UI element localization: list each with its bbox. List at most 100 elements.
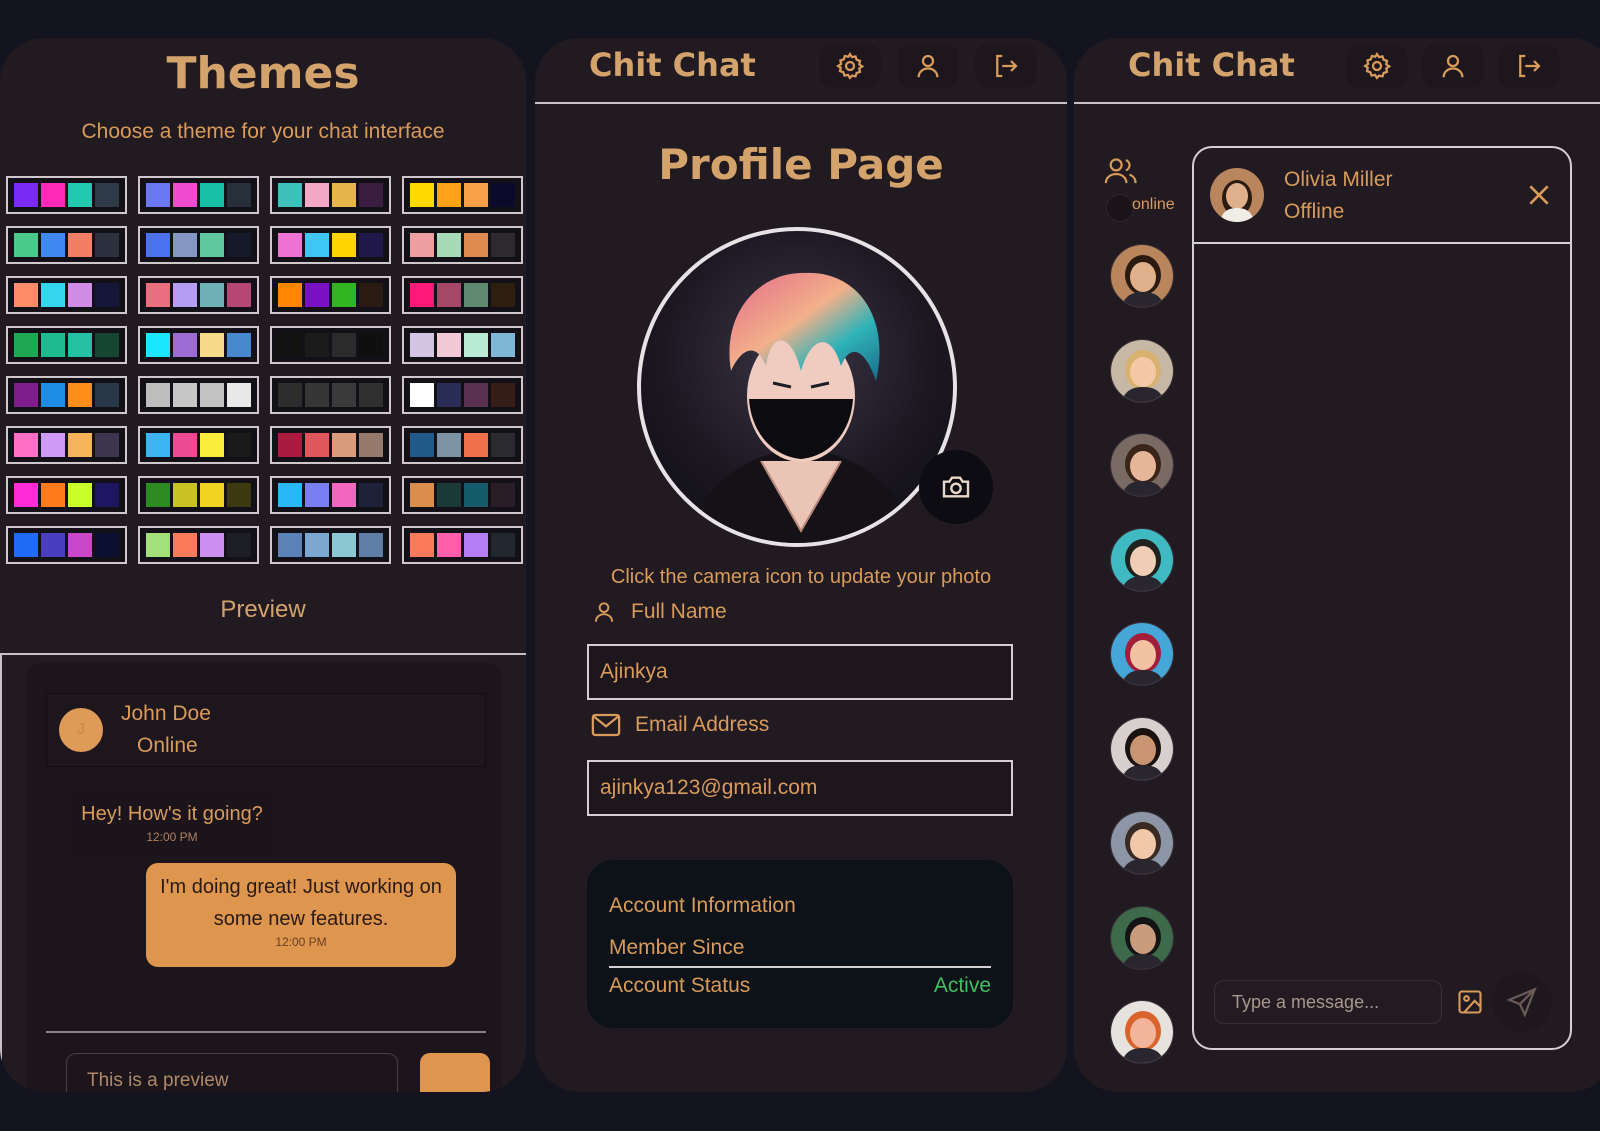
contact-avatar[interactable]: [1110, 716, 1174, 781]
theme-swatch[interactable]: [270, 326, 391, 364]
profile-button[interactable]: [897, 44, 959, 88]
email-input[interactable]: ajinkya123@gmail.com: [587, 760, 1013, 816]
theme-swatch[interactable]: [270, 476, 391, 514]
theme-swatch[interactable]: [402, 376, 523, 414]
profile-button[interactable]: [1422, 44, 1484, 88]
theme-swatch[interactable]: [138, 176, 259, 214]
theme-swatch[interactable]: [6, 476, 127, 514]
preview-message-input: This is a preview: [66, 1053, 398, 1092]
send-button[interactable]: [1492, 972, 1552, 1032]
theme-swatch[interactable]: [402, 176, 523, 214]
preview-input-divider: [46, 1031, 486, 1033]
message-input[interactable]: Type a message...: [1214, 980, 1442, 1024]
theme-color-chip: [68, 183, 92, 207]
theme-swatch[interactable]: [6, 276, 127, 314]
theme-color-chip: [41, 333, 65, 357]
theme-color-chip: [491, 533, 515, 557]
chat-window-header: Olivia Miller Offline: [1194, 148, 1570, 244]
theme-color-chip: [173, 333, 197, 357]
contact-avatar[interactable]: [1110, 622, 1174, 686]
theme-color-chip: [359, 433, 383, 457]
theme-color-chip: [95, 183, 119, 207]
contact-avatar[interactable]: [1110, 1000, 1174, 1064]
preview-label: Preview: [220, 596, 306, 623]
logout-icon: [996, 54, 1018, 78]
account-info-card: Account Information Member Since Account…: [587, 860, 1013, 1028]
theme-swatch[interactable]: [270, 376, 391, 414]
theme-color-chip: [410, 183, 434, 207]
theme-color-chip: [146, 383, 170, 407]
theme-swatch[interactable]: [270, 426, 391, 464]
theme-swatch[interactable]: [402, 426, 523, 464]
theme-color-chip: [173, 533, 197, 557]
profile-app-header: Chit Chat: [535, 38, 1067, 104]
themes-panel: Themes Choose a theme for your chat inte…: [0, 38, 526, 1092]
settings-button[interactable]: [1346, 44, 1408, 88]
full-name-input[interactable]: Ajinkya: [587, 644, 1013, 700]
theme-swatch[interactable]: [138, 426, 259, 464]
contact-avatar[interactable]: [1110, 244, 1174, 308]
theme-color-chip: [464, 183, 488, 207]
theme-swatch[interactable]: [6, 376, 127, 414]
user-icon: [917, 54, 939, 78]
theme-swatch[interactable]: [402, 276, 523, 314]
full-name-label: Full Name: [591, 598, 727, 626]
contact-avatar[interactable]: [1110, 527, 1174, 592]
avatar-man-4-icon: [1111, 1001, 1173, 1063]
logout-button[interactable]: [975, 44, 1037, 88]
theme-color-chip: [146, 333, 170, 357]
theme-color-chip: [200, 483, 224, 507]
theme-color-chip: [437, 183, 461, 207]
theme-swatch[interactable]: [138, 476, 259, 514]
theme-swatch[interactable]: [270, 526, 391, 564]
theme-swatch[interactable]: [138, 376, 259, 414]
email-label-text: Email Address: [635, 713, 770, 736]
theme-swatch[interactable]: [138, 276, 259, 314]
contact-avatar[interactable]: [1110, 433, 1174, 497]
theme-color-chip: [491, 483, 515, 507]
theme-swatch[interactable]: [402, 326, 523, 364]
theme-color-chip: [305, 483, 329, 507]
online-filter-toggle[interactable]: [1106, 194, 1134, 222]
close-icon[interactable]: [1526, 182, 1552, 208]
camera-button[interactable]: [919, 450, 993, 524]
contact-avatar[interactable]: [1110, 905, 1174, 970]
image-icon[interactable]: [1456, 988, 1484, 1016]
theme-color-chip: [464, 233, 488, 257]
theme-color-chip: [437, 233, 461, 257]
theme-swatch[interactable]: [6, 226, 127, 264]
logout-button[interactable]: [1498, 44, 1560, 88]
avatar-man-1-icon: [1111, 528, 1173, 591]
contact-avatar[interactable]: [1110, 811, 1174, 875]
theme-color-chip: [68, 433, 92, 457]
theme-color-chip: [200, 333, 224, 357]
theme-color-chip: [227, 533, 251, 557]
theme-swatch[interactable]: [270, 276, 391, 314]
online-filter-label: online: [1132, 196, 1175, 213]
theme-color-chip: [491, 183, 515, 207]
settings-button[interactable]: [819, 44, 881, 88]
theme-color-chip: [278, 333, 302, 357]
theme-color-chip: [227, 383, 251, 407]
theme-color-chip: [200, 433, 224, 457]
theme-swatch[interactable]: [6, 176, 127, 214]
theme-swatch[interactable]: [138, 326, 259, 364]
theme-swatch-grid: [6, 176, 523, 564]
theme-swatch[interactable]: [138, 226, 259, 264]
theme-swatch[interactable]: [6, 426, 127, 464]
theme-swatch[interactable]: [402, 476, 523, 514]
preview-incoming-message: Hey! How's it going? 12:00 PM: [68, 789, 276, 855]
preview-incoming-text: Hey! How's it going?: [81, 803, 263, 825]
theme-color-chip: [173, 383, 197, 407]
theme-swatch[interactable]: [402, 226, 523, 264]
theme-swatch[interactable]: [6, 326, 127, 364]
theme-swatch[interactable]: [270, 226, 391, 264]
theme-swatch[interactable]: [138, 526, 259, 564]
theme-color-chip: [146, 433, 170, 457]
theme-swatch[interactable]: [402, 526, 523, 564]
theme-swatch[interactable]: [270, 176, 391, 214]
contact-avatar[interactable]: [1110, 338, 1174, 403]
theme-swatch[interactable]: [6, 526, 127, 564]
theme-color-chip: [410, 333, 434, 357]
theme-color-chip: [14, 383, 38, 407]
